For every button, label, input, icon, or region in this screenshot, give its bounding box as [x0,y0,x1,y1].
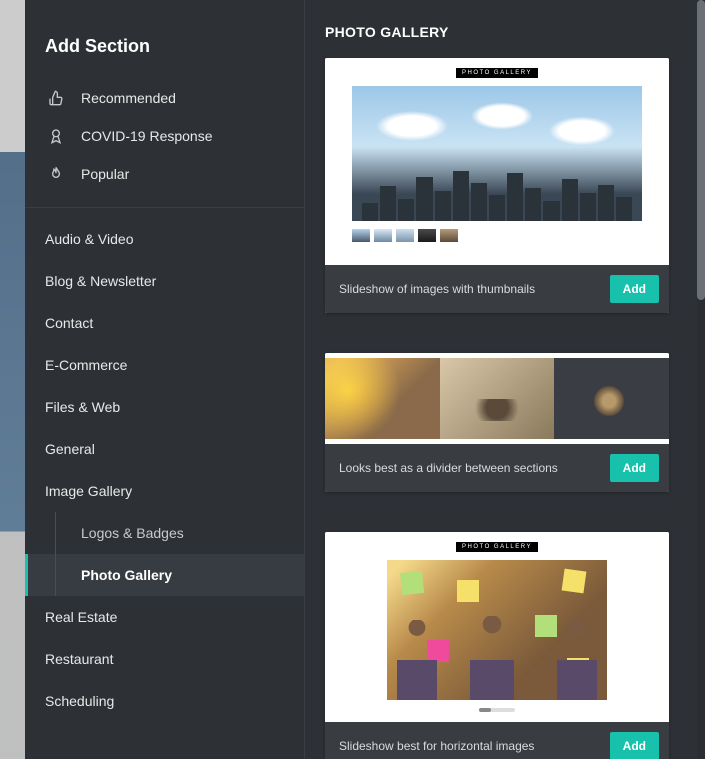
sidebar-item-label: Popular [81,166,129,182]
sidebar-sub-logos-badges[interactable]: Logos & Badges [25,512,304,554]
content-area: PHOTO GALLERY PHOTO GALLERY [305,0,697,759]
sidebar-cat-scheduling[interactable]: Scheduling [25,680,304,722]
sidebar-sub-photo-gallery[interactable]: Photo Gallery [25,554,304,596]
content-title: PHOTO GALLERY [325,24,683,40]
preview-main-image [352,86,642,221]
template-card-slideshow-thumbnails[interactable]: PHOTO GALLERY Slideshow of images with t… [325,58,669,313]
thumbnail [374,229,392,242]
sidebar-cat-image-gallery[interactable]: Image Gallery [25,470,304,512]
preview-main-image [387,560,607,700]
sidebar-top-group: Recommended COVID-19 Response Popular [25,79,304,208]
preview-thumbnails [325,229,458,242]
template-footer: Looks best as a divider between sections… [325,444,669,492]
photo-gallery-tag: PHOTO GALLERY [456,68,538,78]
template-preview: PHOTO GALLERY [325,532,669,722]
template-caption: Looks best as a divider between sections [339,461,558,475]
panel-scrollbar[interactable] [697,0,705,300]
sidebar-item-label: COVID-19 Response [81,128,213,144]
add-button[interactable]: Add [610,732,659,759]
sidebar-cat-general[interactable]: General [25,428,304,470]
sidebar-item-popular[interactable]: Popular [25,155,304,193]
sidebar-cat-audio-video[interactable]: Audio & Video [25,218,304,260]
sidebar-cat-real-estate[interactable]: Real Estate [25,596,304,638]
template-preview: PHOTO GALLERY [325,58,669,265]
sidebar-subgroup-image-gallery: Logos & Badges Photo Gallery [25,512,304,596]
flame-icon [45,166,67,182]
sidebar-cat-files-web[interactable]: Files & Web [25,386,304,428]
sidebar-item-label: Recommended [81,90,176,106]
photo-gallery-tag: PHOTO GALLERY [456,542,538,552]
template-footer: Slideshow best for horizontal images Add [325,722,669,759]
preview-segment [440,358,555,439]
template-preview [325,353,669,444]
thumbs-up-icon [45,90,67,106]
template-caption: Slideshow of images with thumbnails [339,282,535,296]
template-card-horizontal-slideshow[interactable]: PHOTO GALLERY Slideshow best for horizon… [325,532,669,759]
preview-segment [554,358,669,439]
template-caption: Slideshow best for horizontal images [339,739,534,753]
sidebar-cat-restaurant[interactable]: Restaurant [25,638,304,680]
add-button[interactable]: Add [610,454,659,482]
add-section-panel: Add Section Recommended COVID-19 Respons… [25,0,697,759]
sidebar-item-recommended[interactable]: Recommended [25,79,304,117]
sidebar-cat-ecommerce[interactable]: E-Commerce [25,344,304,386]
sidebar-title: Add Section [25,0,304,79]
add-button[interactable]: Add [610,275,659,303]
sidebar-cat-contact[interactable]: Contact [25,302,304,344]
thumbnail [440,229,458,242]
sidebar: Add Section Recommended COVID-19 Respons… [25,0,305,759]
thumbnail [396,229,414,242]
sidebar-item-covid-response[interactable]: COVID-19 Response [25,117,304,155]
sidebar-categories: Audio & Video Blog & Newsletter Contact … [25,208,304,732]
background-strip [0,0,25,759]
preview-segment [325,358,440,439]
slideshow-indicator [479,708,515,712]
thumbnail [352,229,370,242]
template-card-divider[interactable]: Looks best as a divider between sections… [325,353,669,492]
thumbnail [418,229,436,242]
ribbon-icon [45,128,67,144]
template-footer: Slideshow of images with thumbnails Add [325,265,669,313]
sidebar-cat-blog-newsletter[interactable]: Blog & Newsletter [25,260,304,302]
